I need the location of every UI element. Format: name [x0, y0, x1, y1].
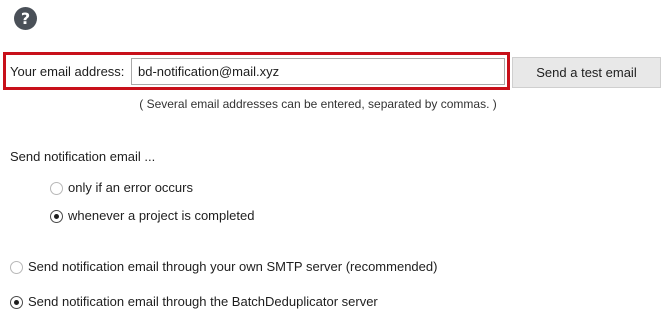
radio-batchdeduplicator-server-button[interactable] [10, 295, 23, 309]
notification-settings-panel: ? Your email address: Send a test email … [0, 0, 669, 329]
radio-batchdeduplicator-server-label: Send notification email through the Batc… [28, 294, 378, 309]
help-icon[interactable]: ? [14, 7, 37, 30]
radio-batchdeduplicator-server[interactable]: Send notification email through the Batc… [10, 294, 378, 310]
email-hint: ( Several email addresses can be entered… [139, 97, 497, 111]
notify-section-heading: Send notification email ... [10, 149, 156, 164]
send-test-email-button[interactable]: Send a test email [512, 57, 661, 88]
radio-project-completed[interactable]: whenever a project is completed [50, 208, 254, 224]
radio-own-smtp-button[interactable] [10, 260, 23, 274]
radio-own-smtp[interactable]: Send notification email through your own… [10, 259, 437, 275]
radio-error-only-label: only if an error occurs [68, 180, 193, 195]
radio-own-smtp-label: Send notification email through your own… [28, 259, 438, 274]
radio-project-completed-label: whenever a project is completed [68, 208, 255, 223]
radio-project-completed-button[interactable] [50, 209, 63, 223]
radio-error-only-button[interactable] [50, 181, 63, 195]
email-input[interactable] [131, 58, 505, 85]
radio-error-only[interactable]: only if an error occurs [50, 180, 193, 196]
email-label: Your email address: [10, 64, 125, 79]
